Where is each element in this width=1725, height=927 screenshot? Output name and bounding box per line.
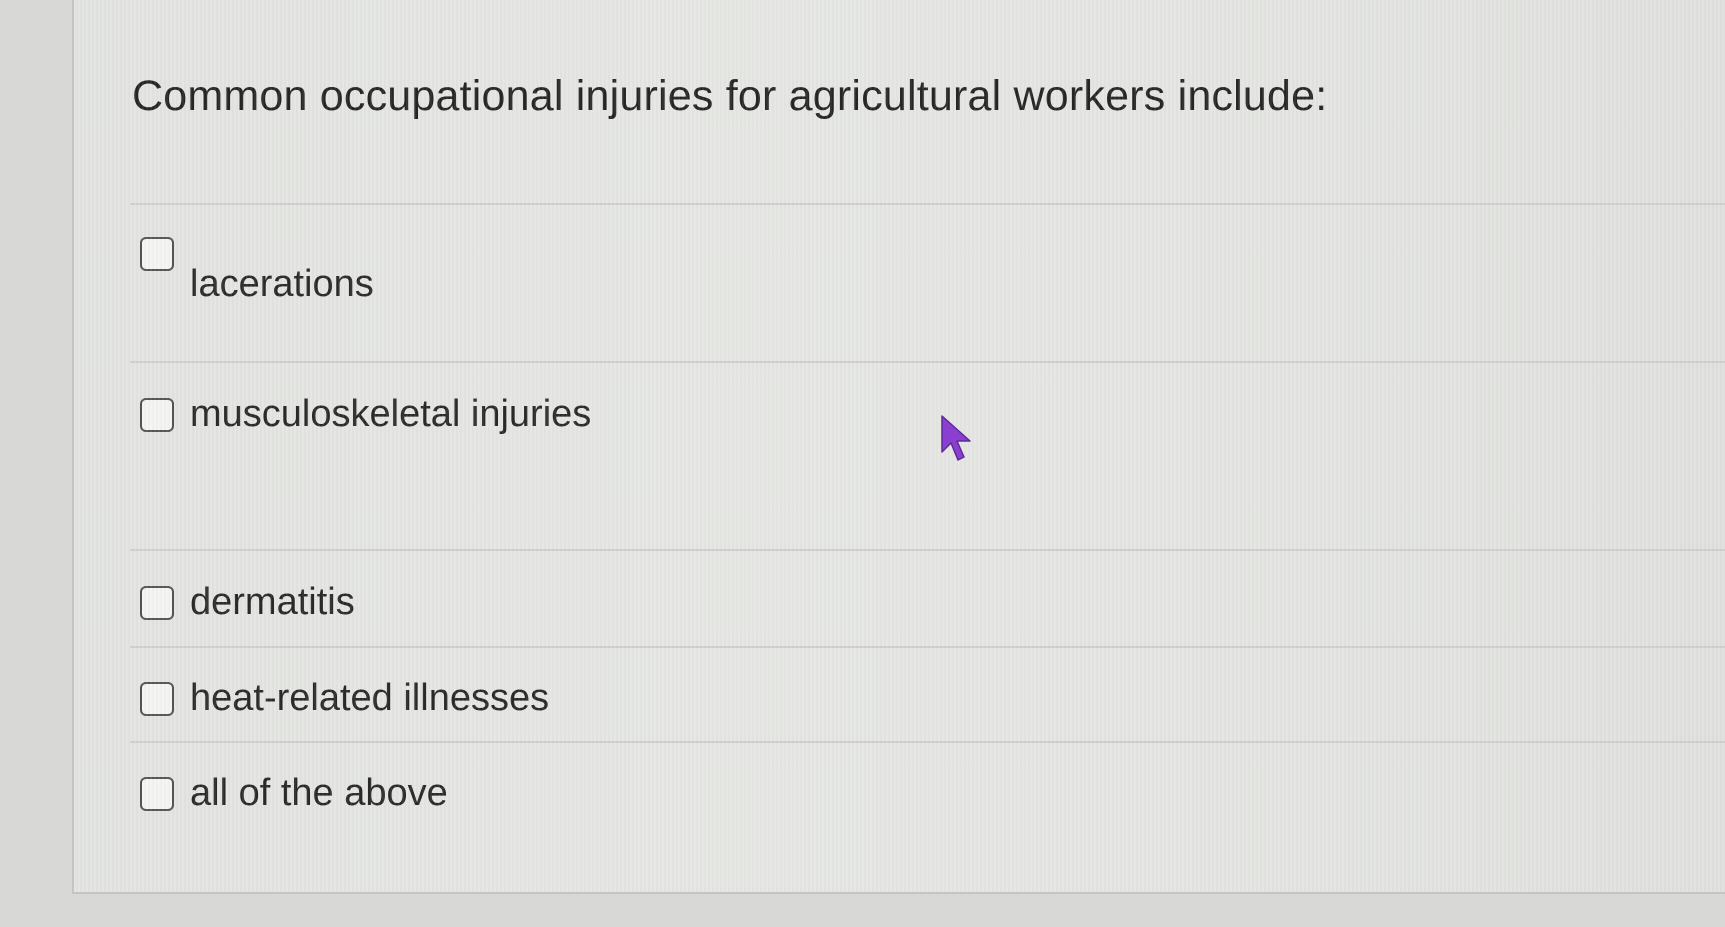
- divider: [130, 646, 1725, 648]
- checkbox[interactable]: [140, 777, 174, 811]
- checkbox[interactable]: [140, 398, 174, 432]
- checkbox[interactable]: [140, 682, 174, 716]
- option-label: heat-related illnesses: [190, 677, 550, 719]
- option-heat-related-illnesses[interactable]: heat-related illnesses: [140, 677, 549, 720]
- checkbox[interactable]: [140, 237, 174, 271]
- divider: [130, 549, 1725, 551]
- question-prompt: Common occupational injuries for agricul…: [132, 72, 1328, 120]
- question-card: Common occupational injuries for agricul…: [72, 0, 1725, 894]
- divider: [130, 741, 1725, 743]
- checkbox[interactable]: [140, 586, 174, 620]
- option-musculoskeletal-injuries[interactable]: musculoskeletal injuries: [140, 393, 591, 436]
- option-label: all of the above: [190, 772, 448, 814]
- mouse-pointer-icon: [941, 415, 971, 461]
- option-dermatitis[interactable]: dermatitis: [140, 581, 355, 624]
- divider: [130, 203, 1725, 205]
- option-lacerations[interactable]: lacerations: [140, 237, 374, 306]
- mouse-pointer-shape: [941, 415, 971, 461]
- option-label: dermatitis: [190, 581, 355, 623]
- divider: [130, 361, 1725, 363]
- option-label: lacerations: [190, 263, 374, 305]
- option-label: musculoskeletal injuries: [190, 393, 592, 435]
- option-all-of-the-above[interactable]: all of the above: [140, 772, 448, 815]
